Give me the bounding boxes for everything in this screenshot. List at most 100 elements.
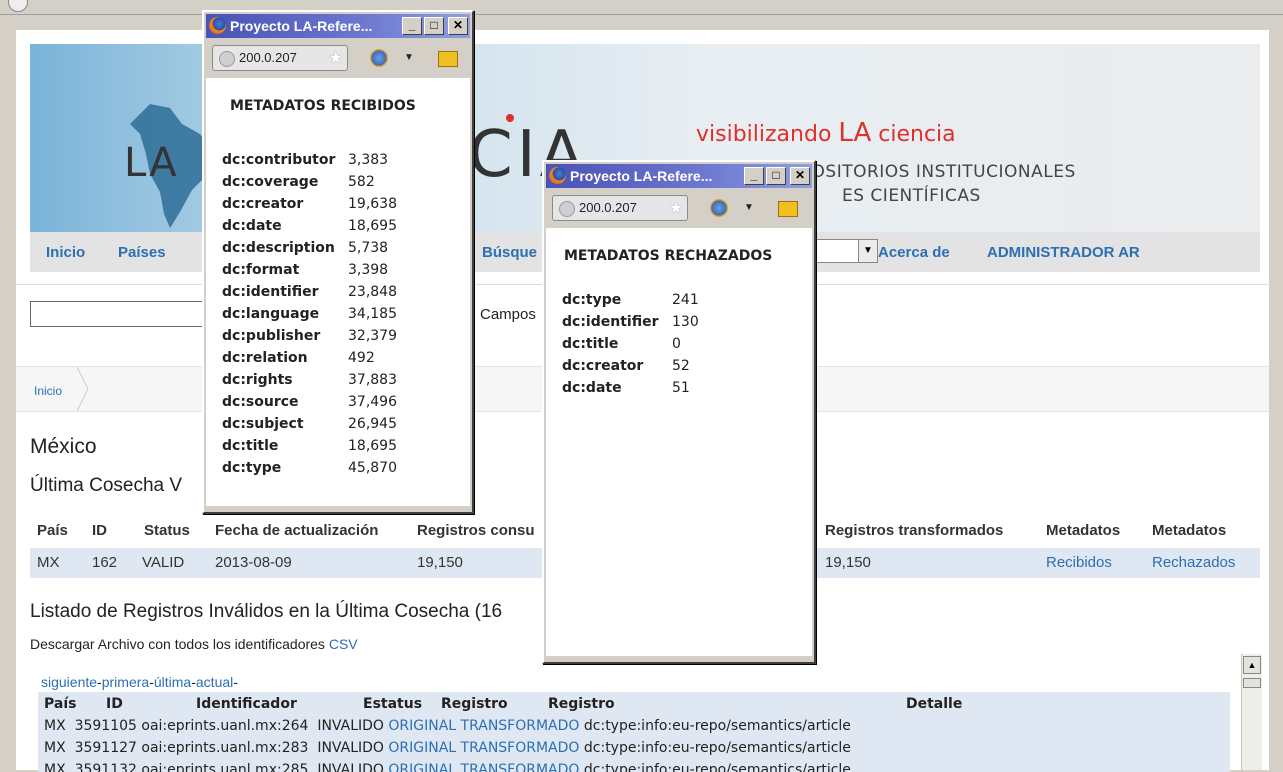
inv-col-estatus: Estatus: [363, 696, 423, 712]
recibidos-link[interactable]: Recibidos: [1046, 554, 1112, 571]
table-row: MX 3591132 oai:eprints.uanl.mx:285 INVAL…: [44, 762, 851, 772]
inv-id: 3591132: [74, 762, 137, 772]
tagline-post: ciencia: [871, 122, 956, 147]
inv-identificador: oai:eprints.uanl.mx:264: [141, 718, 309, 734]
table-row: MX 3591105 oai:eprints.uanl.mx:264 INVAL…: [44, 718, 851, 734]
nav-paises[interactable]: Países: [118, 244, 166, 261]
metadata-value: 26,945: [348, 416, 397, 432]
metadata-value: 0: [672, 336, 681, 352]
popup-recibidos-titlebar[interactable]: Proyecto LA-Refere... _ □ ✕: [206, 14, 470, 38]
popup-rechazados-content: METADATOS RECHAZADOS dc:type 241 dc:identi…: [546, 228, 812, 656]
popup-rechazados-titlebar[interactable]: Proyecto LA-Refere... _ □ ✕: [546, 164, 812, 188]
url-field[interactable]: 200.0.207 ★: [212, 45, 348, 71]
inv-detalle: dc:type:info:eu-repo/semantics/article: [583, 718, 851, 734]
metadata-value: 23,848: [348, 284, 397, 300]
metadata-key: dc:source: [222, 394, 299, 410]
chevron-down-icon[interactable]: ▼: [744, 202, 754, 213]
scroll-up-icon[interactable]: ▲: [1243, 656, 1261, 674]
metadata-key: dc:title: [562, 336, 619, 352]
nav-admin[interactable]: ADMINISTRADOR AR: [987, 244, 1140, 261]
minimize-button[interactable]: _: [744, 167, 764, 185]
campos-label: Campos: [480, 306, 536, 323]
transformado-link[interactable]: TRANSFORMADO: [461, 718, 580, 734]
inv-col-id: ID: [106, 696, 123, 712]
metadata-value: 3,398: [348, 262, 389, 278]
invalid-records-table: País ID Identificador Estatus Registro R…: [38, 692, 1230, 772]
scrollbar[interactable]: ▲: [1241, 654, 1262, 770]
nav-busqueda[interactable]: Búsque: [482, 244, 537, 261]
nav-acerca[interactable]: Acerca de: [878, 244, 950, 261]
inv-identificador: oai:eprints.uanl.mx:285: [141, 762, 309, 772]
metadata-key: dc:relation: [222, 350, 308, 366]
inv-estatus: INVALIDO: [317, 718, 384, 734]
browser-button-icon[interactable]: [8, 0, 28, 12]
metadata-value: 3,383: [348, 152, 389, 168]
minimize-button[interactable]: _: [402, 17, 422, 35]
metadata-key: dc:language: [222, 306, 320, 322]
inv-detalle: dc:type:info:eu-repo/semantics/article: [583, 740, 851, 756]
addon-icon[interactable]: [370, 49, 388, 67]
metadata-key: dc:description: [222, 240, 335, 256]
inv-pais: MX: [44, 718, 66, 734]
col-metadatos-1: Metadatos: [1046, 522, 1121, 539]
inv-identificador: oai:eprints.uanl.mx:283: [141, 740, 309, 756]
metadata-value: 130: [672, 314, 699, 330]
chevron-down-icon[interactable]: ▼: [404, 52, 414, 63]
cell-id: 162: [92, 554, 118, 571]
inv-id: 3591105: [74, 718, 137, 734]
col-pais: País: [37, 522, 68, 539]
feed-icon[interactable]: [438, 51, 458, 67]
original-link[interactable]: ORIGINAL: [388, 762, 456, 772]
ultima-cosecha-heading: Última Cosecha V: [30, 475, 183, 496]
pager: siguiente-primera-última-actual-: [41, 674, 238, 690]
invalid-records-frame: siguiente-primera-última-actual- País ID…: [38, 666, 1236, 772]
star-icon[interactable]: ★: [669, 198, 683, 218]
scroll-thumb[interactable]: [1243, 678, 1261, 688]
close-button[interactable]: ✕: [448, 17, 468, 35]
popup-recibidos-content: METADATOS RECIBIDOS dc:contributor 3,383 d…: [206, 78, 470, 506]
transformado-link[interactable]: TRANSFORMADO: [461, 740, 580, 756]
feed-icon[interactable]: [778, 201, 798, 217]
star-icon[interactable]: ★: [329, 48, 343, 68]
csv-link[interactable]: CSV: [329, 636, 358, 652]
pager-ultima[interactable]: última: [154, 674, 191, 690]
rechazados-link[interactable]: Rechazados: [1152, 554, 1235, 571]
cell-transformados: 19,150: [825, 554, 871, 571]
metadata-key: dc:date: [562, 380, 622, 396]
transformado-link[interactable]: TRANSFORMADO: [461, 762, 580, 772]
listado-heading: Listado de Registros Inválidos en la Últ…: [30, 601, 503, 622]
browser-chrome-strip: [0, 0, 1283, 15]
breadcrumb-inicio[interactable]: Inicio: [34, 384, 62, 398]
pager-primera[interactable]: primera: [102, 674, 149, 690]
maximize-button[interactable]: □: [766, 167, 786, 185]
addon-icon[interactable]: [710, 199, 728, 217]
metadata-value: 18,695: [348, 218, 397, 234]
search-input[interactable]: [30, 301, 222, 327]
descargar-text: Descargar Archivo con todos los identifi…: [30, 636, 358, 652]
metadata-key: dc:rights: [222, 372, 293, 388]
pager-actual[interactable]: actual: [196, 674, 233, 690]
close-button[interactable]: ✕: [790, 167, 810, 185]
inv-pais: MX: [44, 740, 66, 756]
popup-recibidos-window: Proyecto LA-Refere... _ □ ✕ 200.0.207 ★ …: [202, 10, 474, 514]
inv-col-identificador: Identificador: [196, 696, 297, 712]
cell-consultados: 19,150: [417, 554, 463, 571]
cell-fecha: 2013-08-09: [215, 554, 292, 571]
logo-text-left: LA: [124, 140, 179, 186]
inv-col-detalle: Detalle: [906, 696, 963, 712]
url-field[interactable]: 200.0.207 ★: [552, 195, 688, 221]
popup-rechazados-toolbar: 200.0.207 ★ ▼: [546, 190, 812, 226]
metadata-key: dc:date: [222, 218, 282, 234]
metadata-key: dc:type: [562, 292, 622, 308]
metadata-value: 37,496: [348, 394, 397, 410]
col-id: ID: [92, 522, 107, 539]
chevron-down-icon[interactable]: ▼: [858, 240, 877, 262]
metadata-value: 45,870: [348, 460, 397, 476]
pager-siguiente[interactable]: siguiente: [41, 674, 97, 690]
maximize-button[interactable]: □: [424, 17, 444, 35]
nav-inicio[interactable]: Inicio: [46, 244, 85, 261]
pager-sep: -: [233, 674, 238, 690]
original-link[interactable]: ORIGINAL: [388, 718, 456, 734]
original-link[interactable]: ORIGINAL: [388, 740, 456, 756]
metadata-value: 52: [672, 358, 690, 374]
